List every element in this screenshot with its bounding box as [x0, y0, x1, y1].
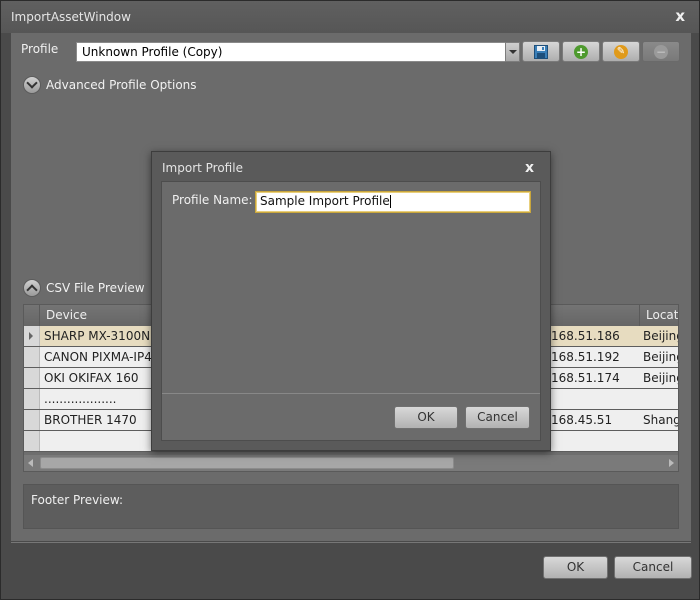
row-header [24, 347, 40, 367]
advanced-options-label[interactable]: Advanced Profile Options [46, 78, 197, 92]
cell-ip: 168.51.186 [551, 329, 620, 343]
advanced-options-expander[interactable] [23, 76, 41, 94]
minus-icon: − [654, 44, 668, 59]
scrollbar-thumb[interactable] [40, 457, 454, 469]
scroll-right-icon[interactable] [669, 459, 674, 467]
cell-device: SHARP MX-3100N [44, 329, 151, 343]
divider [11, 542, 691, 543]
cell-location: Beijing [643, 329, 678, 343]
cell-location: Beijing [643, 371, 678, 385]
row-header [24, 431, 40, 451]
chevron-down-icon[interactable] [505, 42, 520, 62]
cell-device: BROTHER 1470 [44, 413, 137, 427]
cell-device: OKI OKIFAX 160 [44, 371, 139, 385]
footer-preview-panel: Footer Preview: [23, 484, 679, 529]
remove-profile-button[interactable]: − [642, 41, 680, 62]
cancel-button[interactable]: Cancel [614, 556, 692, 579]
row-header [24, 326, 40, 346]
save-icon [534, 44, 548, 59]
window-title: ImportAssetWindow [11, 10, 131, 24]
dialog-title: Import Profile [162, 161, 243, 175]
cell-location: Beijing [643, 350, 678, 364]
cell-location: Shang [643, 413, 679, 427]
dialog-divider [162, 393, 540, 394]
edit-profile-button[interactable]: ✎ [602, 41, 640, 62]
row-pointer-icon [29, 332, 33, 340]
text-caret [389, 195, 391, 208]
row-header [24, 368, 40, 388]
profile-select[interactable]: Unknown Profile (Copy) [76, 42, 519, 62]
profile-name-value: Sample Import Profile [260, 194, 390, 208]
save-profile-button[interactable] [522, 41, 560, 62]
cell-ip: 168.51.192 [551, 350, 620, 364]
add-profile-button[interactable]: + [562, 41, 600, 62]
dialog-cancel-button[interactable]: Cancel [465, 406, 530, 429]
ok-button[interactable]: OK [543, 556, 608, 579]
horizontal-scrollbar[interactable] [24, 455, 678, 471]
column-header-location[interactable]: Location [639, 305, 678, 326]
profile-label: Profile [21, 42, 59, 56]
csv-preview-expander[interactable] [23, 279, 41, 297]
dialog-body: Profile Name: Sample Import Profile OK C… [161, 181, 541, 441]
cell-device: ................... [44, 392, 117, 406]
row-header [24, 389, 40, 409]
cell-ip: 168.51.174 [551, 371, 620, 385]
window-close-button[interactable]: x [675, 8, 685, 24]
csv-preview-label[interactable]: CSV File Preview [46, 281, 145, 295]
cell-ip [547, 389, 641, 409]
cell-location [639, 389, 678, 409]
footer-preview-label: Footer Preview: [31, 493, 124, 507]
cell-device [40, 431, 164, 451]
row-header [24, 410, 40, 430]
dialog-ok-button[interactable]: OK [394, 406, 458, 429]
import-asset-window: ImportAssetWindow x Profile Unknown Prof… [0, 0, 700, 600]
title-bar[interactable]: ImportAssetWindow x [1, 1, 699, 33]
cell-device: CANON PIXMA-IP42 [44, 350, 160, 364]
plus-icon: + [574, 44, 588, 59]
import-profile-dialog: Import Profile x Profile Name: Sample Im… [151, 151, 551, 451]
cell-ip: 168.45.51 [551, 413, 613, 427]
scroll-left-icon[interactable] [28, 459, 33, 467]
profile-name-input[interactable]: Sample Import Profile [255, 191, 531, 213]
pencil-icon: ✎ [614, 44, 628, 59]
dialog-close-button[interactable]: x [525, 160, 534, 176]
profile-name-label: Profile Name: [172, 193, 253, 207]
